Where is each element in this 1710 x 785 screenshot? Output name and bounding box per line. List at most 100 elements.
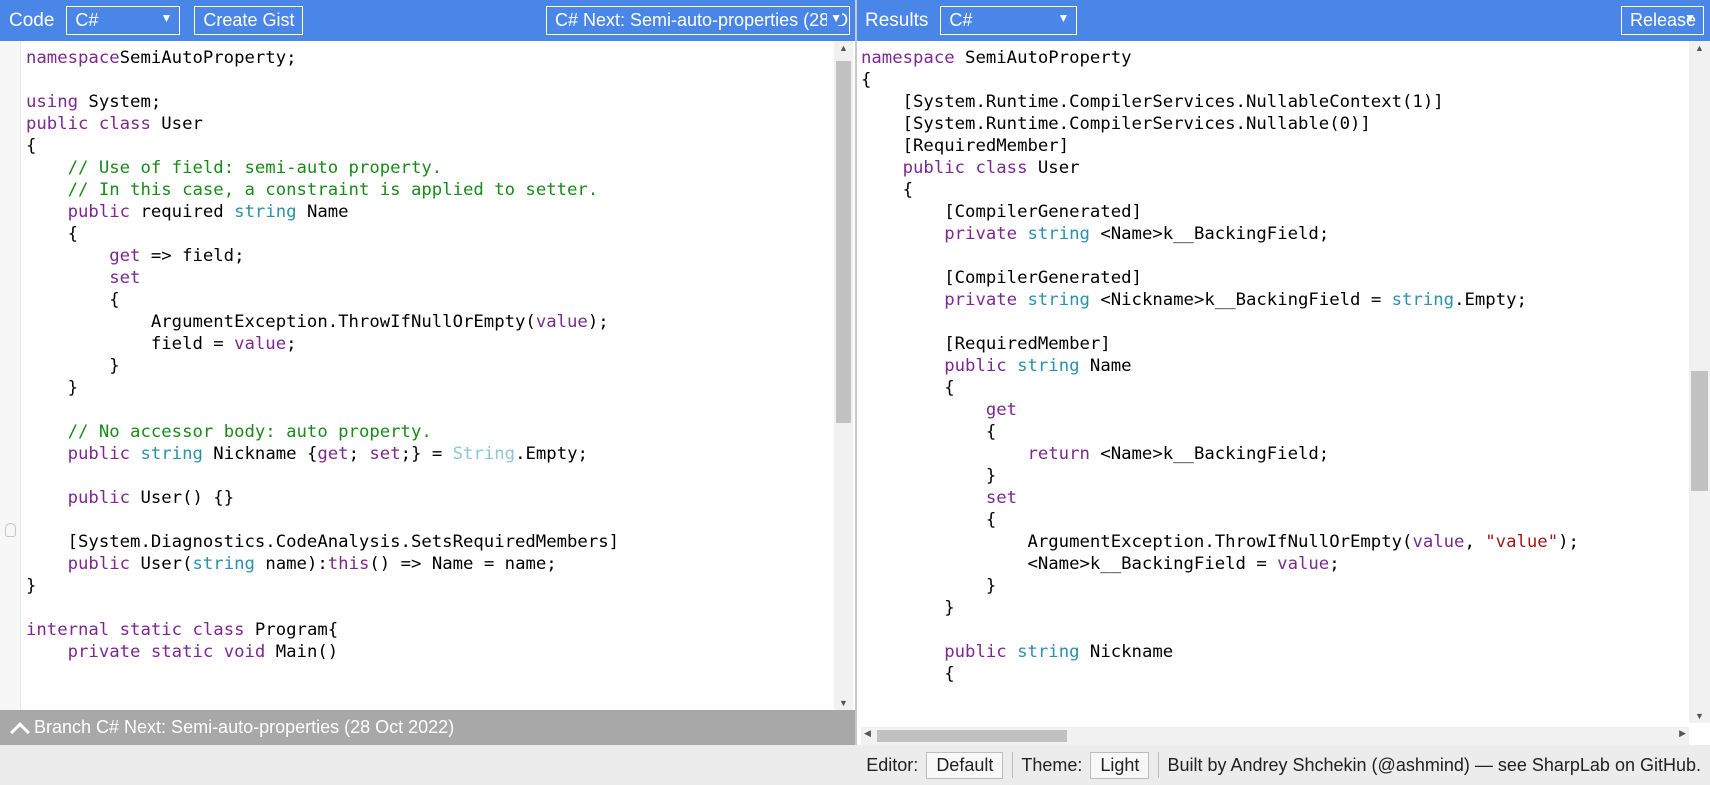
results-scrollbar[interactable]: ▲ ▼ <box>1689 41 1710 723</box>
scroll-down-icon[interactable]: ▼ <box>834 698 853 708</box>
theme-button[interactable]: Light <box>1090 751 1150 779</box>
scroll-up-icon[interactable]: ▲ <box>834 43 853 53</box>
code-token: <Name>k__BackingField = <box>861 554 1278 574</box>
code-token: } <box>26 356 120 376</box>
code-token: , <box>1464 532 1486 552</box>
code-token: public <box>67 444 131 464</box>
code-token: public <box>67 488 131 508</box>
code-token: Nickname { <box>202 444 318 464</box>
pane-divider[interactable] <box>855 0 857 785</box>
code-line: return <Name>k__BackingField; <box>861 442 1683 464</box>
theme-label: Theme: <box>1021 754 1083 775</box>
code-line: set <box>861 486 1683 508</box>
chevron-down-icon: ▼ <box>1684 11 1696 25</box>
scrollbar-thumb[interactable] <box>1691 371 1708 491</box>
branch-bar[interactable]: Branch C# Next: Semi-auto-properties (28… <box>0 710 855 745</box>
code-token: { <box>26 224 79 244</box>
code-token: value <box>535 312 588 332</box>
branch-select[interactable]: C# Next: Semi-auto-properties (28 O ▼ <box>546 6 850 35</box>
code-token: Program{ <box>244 620 339 640</box>
chevron-up-icon[interactable] <box>10 719 28 737</box>
code-token: Main() <box>265 642 339 662</box>
code-token: { <box>26 136 37 156</box>
code-token: using <box>26 92 79 112</box>
scroll-right-icon[interactable]: ▶ <box>1679 728 1686 739</box>
editor-button[interactable]: Default <box>926 751 1004 779</box>
code-line: using System; <box>26 90 831 112</box>
scroll-down-icon[interactable]: ▼ <box>1689 711 1710 721</box>
code-token: value <box>1277 554 1330 574</box>
code-token: return <box>1027 444 1090 464</box>
code-token: string <box>1017 642 1080 662</box>
code-token: User <box>1027 158 1080 178</box>
code-token: private <box>944 290 1018 310</box>
code-line: get <box>861 398 1683 420</box>
code-editor[interactable]: namespaceSemiAutoProperty; using System; p… <box>26 46 831 710</box>
code-token: value <box>234 334 287 354</box>
create-gist-button[interactable]: Create Gist <box>194 6 304 35</box>
code-line: } <box>26 376 831 398</box>
scroll-up-icon[interactable]: ▲ <box>1689 43 1710 53</box>
language-select[interactable]: C# ▼ <box>66 6 181 35</box>
code-line: ArgumentException.ThrowIfNullOrEmpty(val… <box>861 530 1683 552</box>
results-horizontal-scrollbar[interactable]: ◀ ▶ <box>861 727 1689 745</box>
code-token: <Name>k__BackingField; <box>1089 224 1330 244</box>
code-token: string <box>1017 356 1080 376</box>
code-token: string <box>234 202 297 222</box>
code-token: { <box>26 290 120 310</box>
code-token: set <box>369 444 401 464</box>
code-token: namespace <box>26 48 120 68</box>
code-token: } <box>861 598 955 618</box>
code-line: { <box>861 68 1683 90</box>
editor-scrollbar[interactable]: ▲ ▼ <box>834 41 853 710</box>
code-token: User( <box>130 554 193 574</box>
code-line: [RequiredMember] <box>861 332 1683 354</box>
code-token: <Nickname>k__BackingField = <box>1089 290 1392 310</box>
code-line: // In this case, a constraint is applied… <box>26 178 831 200</box>
code-token: [RequiredMember] <box>861 136 1070 156</box>
code-token: name): <box>254 554 328 574</box>
code-token: SemiAutoProperty <box>954 48 1132 68</box>
code-token: } <box>26 576 37 596</box>
scroll-left-icon[interactable]: ◀ <box>864 728 871 739</box>
output-select[interactable]: C# ▼ <box>940 6 1078 35</box>
code-line: [System.Runtime.CompilerServices.Nullabl… <box>861 112 1683 134</box>
code-token: required <box>130 202 235 222</box>
code-line: // Use of field: semi-auto property. <box>26 156 831 178</box>
code-token: field = <box>26 334 235 354</box>
code-token: ); <box>1558 532 1579 552</box>
scrollbar-thumb[interactable] <box>877 730 1067 742</box>
code-token: private <box>944 224 1018 244</box>
chevron-down-icon: ▼ <box>160 11 173 25</box>
code-token: () => Name = name; <box>369 554 557 574</box>
code-token: Name <box>1079 356 1132 376</box>
code-token: } <box>861 576 997 596</box>
code-token: public <box>26 114 89 134</box>
code-line: get => field; <box>26 244 831 266</box>
lightbulb-icon[interactable] <box>5 523 16 537</box>
scrollbar-thumb[interactable] <box>836 61 851 423</box>
code-token: // Use of field: semi-auto property. <box>67 158 443 178</box>
branch-select-value: C# Next: Semi-auto-properties (28 O <box>555 10 849 30</box>
mode-select[interactable]: Release ▼ <box>1621 6 1704 35</box>
code-token: ; <box>1329 554 1340 574</box>
